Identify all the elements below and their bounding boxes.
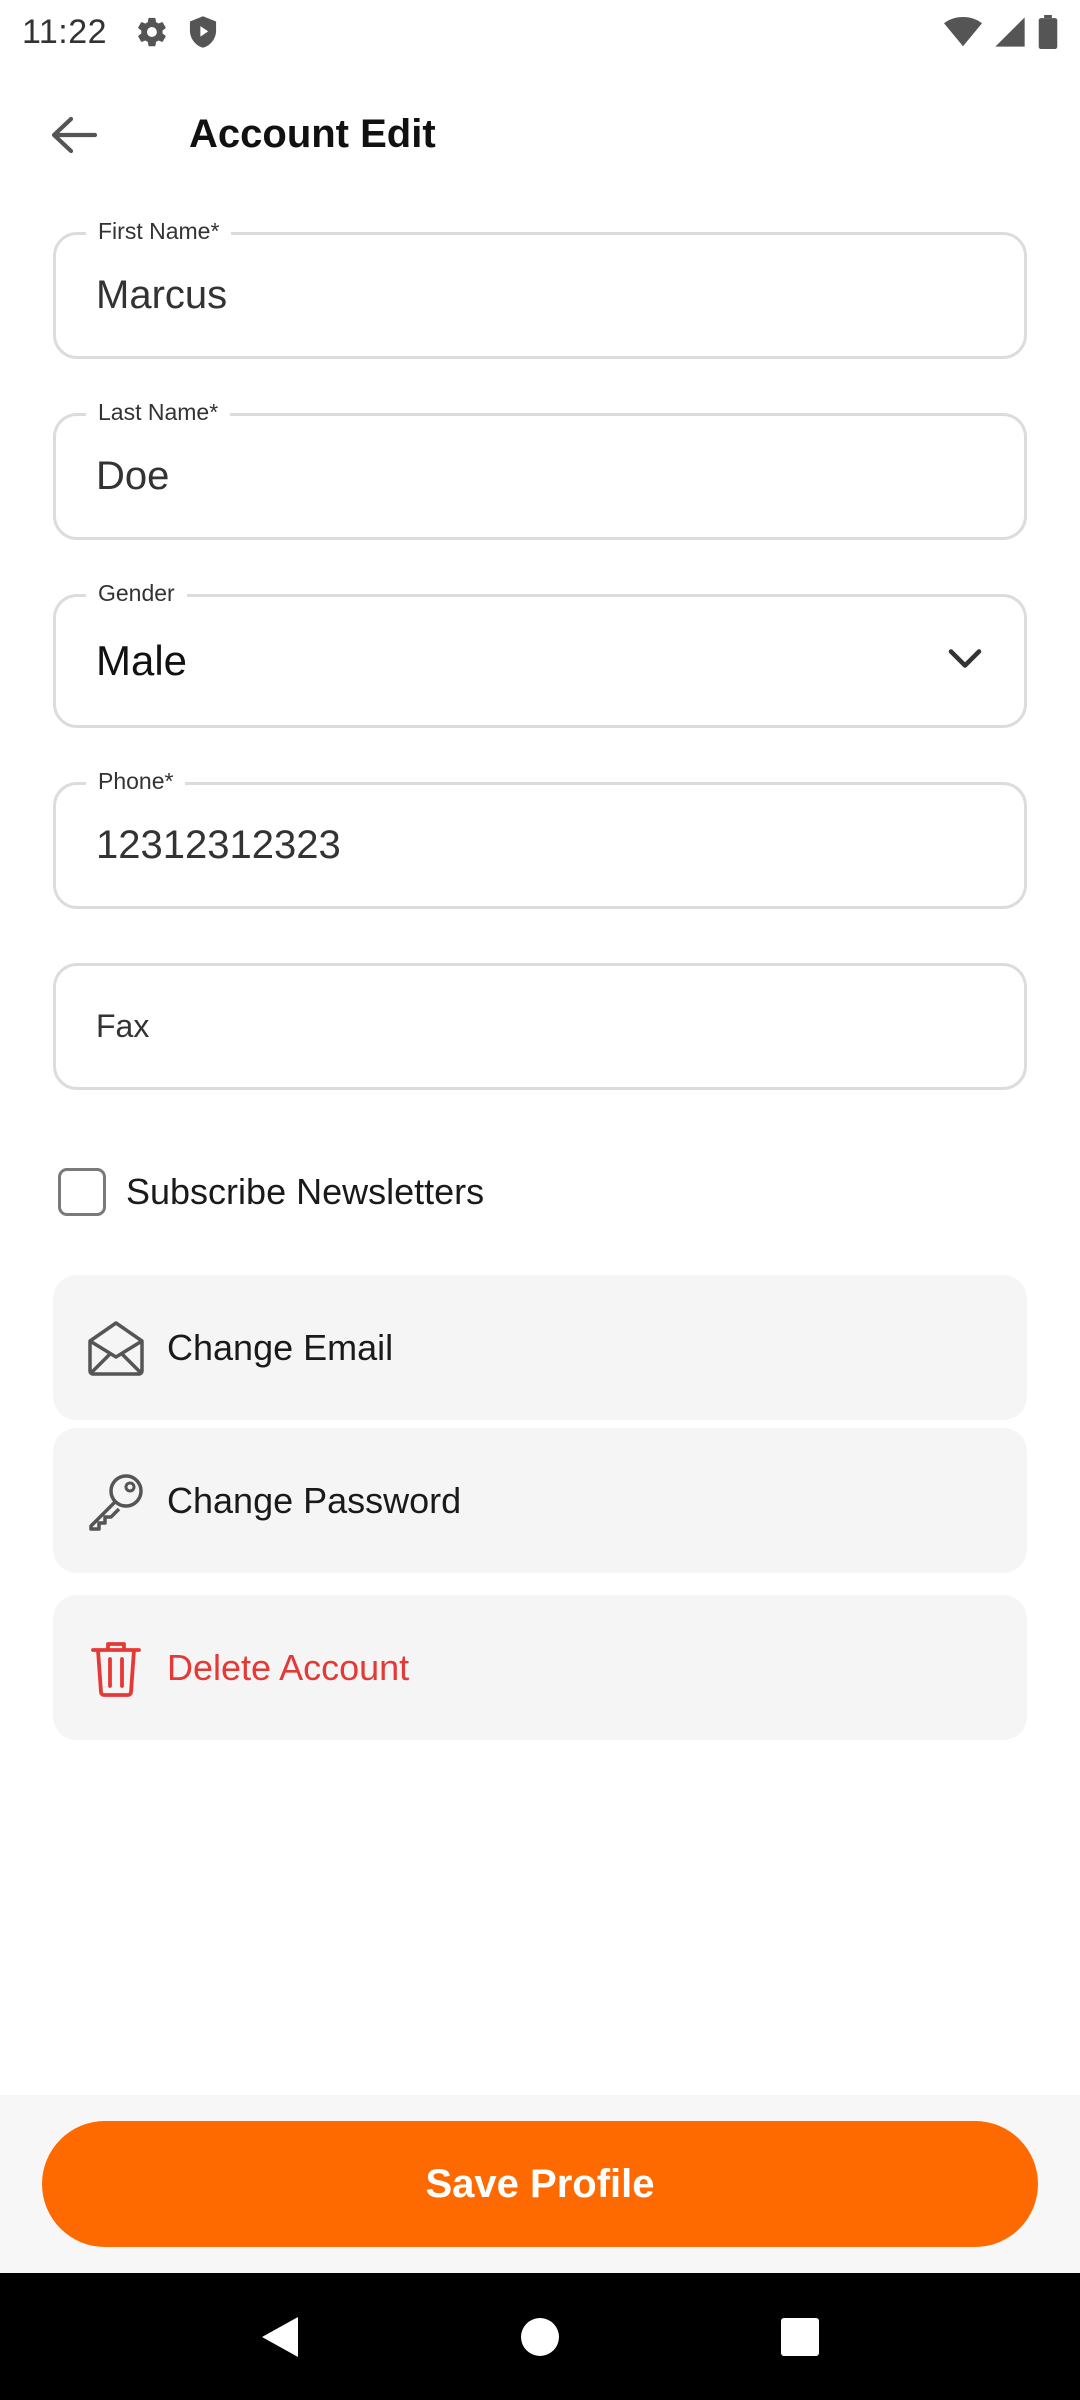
key-icon [85,1470,147,1532]
arrow-left-icon [49,115,98,160]
signal-icon [994,16,1026,48]
phone-value: 12312312323 [96,823,341,867]
home-circle-icon[interactable] [495,2292,585,2382]
system-nav-bar [0,2273,1080,2400]
envelope-open-icon [85,1317,147,1379]
battery-icon [1038,15,1058,49]
change-email-button[interactable]: Change Email [53,1275,1027,1420]
status-right-icons [944,15,1058,49]
back-triangle-icon[interactable] [235,2292,325,2382]
subscribe-newsletters-row[interactable]: Subscribe Newsletters [58,1164,484,1220]
recents-square-icon[interactable] [755,2292,845,2382]
trash-icon [85,1637,147,1699]
first-name-value: Marcus [96,273,228,317]
chevron-down-icon [948,648,982,675]
wifi-icon [944,16,982,48]
change-password-button[interactable]: Change Password [53,1428,1027,1573]
delete-account-button[interactable]: Delete Account [53,1595,1027,1740]
status-left-icons [135,15,219,49]
app-bar: Account Edit [0,90,1080,182]
status-time: 11:22 [22,12,108,51]
first-name-field[interactable]: First Name* Marcus [53,216,1027,359]
fax-field[interactable]: Fax [53,963,1027,1090]
subscribe-newsletters-checkbox[interactable] [58,1168,106,1216]
status-bar: 11:22 [0,0,1080,64]
save-profile-button[interactable]: Save Profile [42,2121,1038,2247]
delete-account-label: Delete Account [167,1646,410,1688]
subscribe-newsletters-label: Subscribe Newsletters [126,1171,485,1212]
fax-placeholder: Fax [96,1008,150,1044]
change-password-label: Change Password [167,1479,462,1521]
gear-icon [135,15,169,49]
gender-select[interactable]: Gender Male [53,578,1027,728]
shield-icon [187,15,219,49]
back-button[interactable] [30,104,116,170]
last-name-field[interactable]: Last Name* Doe [53,397,1027,540]
change-email-label: Change Email [167,1326,394,1368]
gender-value: Male [96,637,188,684]
phone-field[interactable]: Phone* 12312312323 [53,766,1027,909]
page-title: Account Edit [189,112,436,156]
last-name-value: Doe [96,454,170,498]
account-edit-screen: 11:22 Account Edit First Name* Marcus La… [0,0,1080,2400]
bottom-panel: Save Profile [0,2095,1080,2273]
